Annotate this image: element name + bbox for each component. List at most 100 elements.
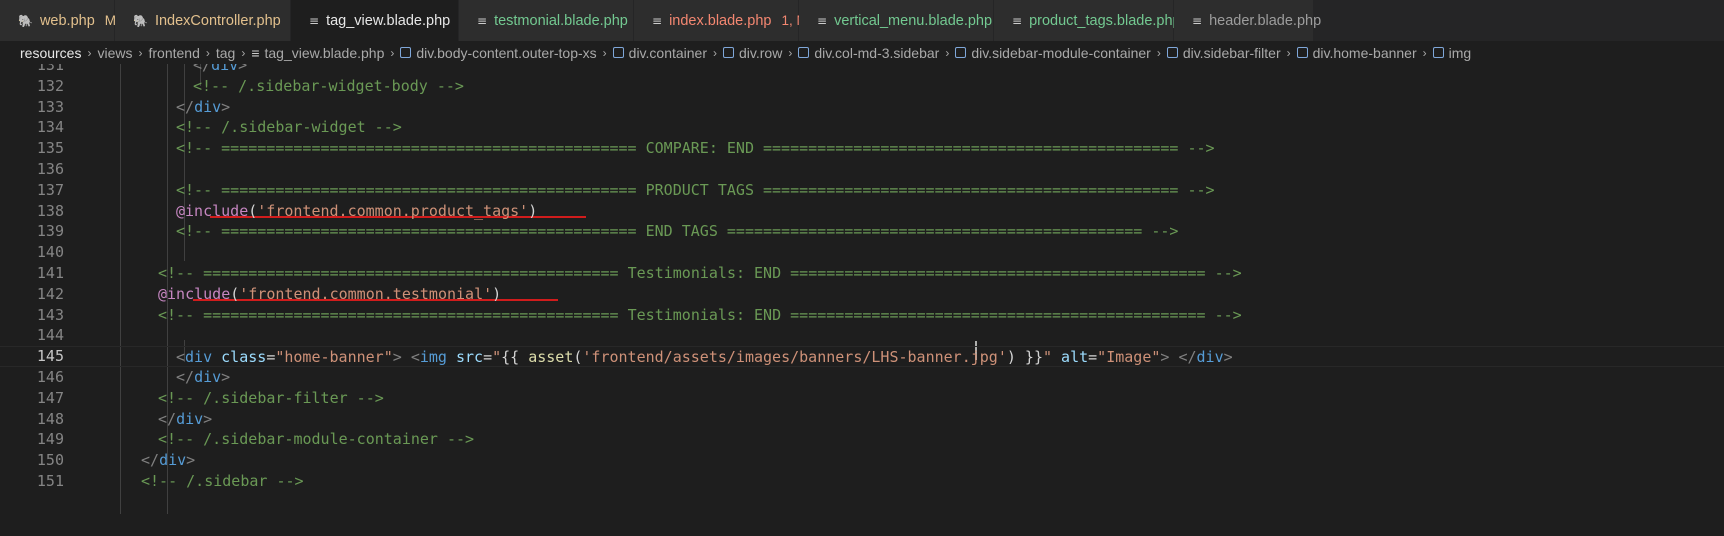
chevron-right-icon: › [138, 45, 143, 60]
code-line[interactable]: </div> [90, 409, 1724, 430]
editor-tab[interactable]: ≡ header.blade.php [1174, 0, 1321, 41]
code-token: <!-- /.sidebar --> [141, 472, 304, 490]
breadcrumb-label: tag_view.blade.php [264, 44, 385, 61]
breadcrumb-item[interactable]: div.body-content.outer-top-xs [400, 44, 597, 61]
code-line[interactable]: <!-- ===================================… [90, 138, 1724, 159]
breadcrumb-item[interactable]: ≡ tag_view.blade.php [251, 45, 384, 61]
editor-tab[interactable]: ≡tag_view.blade.phpU✕ [291, 0, 495, 41]
line-number: 135 [36, 139, 64, 157]
code-token: " [1042, 348, 1053, 366]
code-token: div [1196, 348, 1224, 366]
chevron-right-icon: › [788, 45, 793, 60]
code-token: ) [492, 285, 502, 303]
code-token: "Image" [1097, 348, 1161, 366]
line-number: 132 [36, 77, 64, 95]
code-token: div [176, 410, 204, 428]
editor-tab[interactable]: ≡vertical_menu.blade.phpU [799, 0, 1012, 41]
editor-tab[interactable]: 🐘IndexController.phpM [115, 0, 302, 41]
code-token: div [194, 368, 222, 386]
element-icon [1166, 47, 1178, 58]
line-number: 136 [36, 160, 64, 178]
code-line[interactable]: </div> [90, 450, 1724, 471]
breadcrumb-item[interactable]: views [97, 45, 132, 61]
line-number-gutter: 131 132 133 134 135 136 137 138 139 140 141 142 143 1… [0, 64, 72, 536]
tab-label: vertical_menu.blade.php [834, 12, 993, 29]
code-line[interactable]: </div> [90, 64, 1724, 76]
chevron-right-icon: › [945, 45, 950, 60]
line-number: 150 [36, 451, 64, 469]
code-token: = [266, 348, 276, 366]
code-line[interactable]: <!-- /.sidebar-filter --> [90, 388, 1724, 409]
code-token: alt [1061, 348, 1089, 366]
blade-icon: ≡ [652, 13, 663, 28]
code-token: 'frontend.common.product_tags' [257, 202, 529, 220]
code-token: ( [248, 202, 258, 220]
breadcrumb-label: div.body-content.outer-top-xs [416, 44, 597, 61]
editor-tab[interactable]: 🐘 web.php M [0, 0, 116, 41]
code-token: <!-- /.sidebar-filter --> [158, 389, 384, 407]
breadcrumb-item[interactable]: div.container [612, 44, 707, 61]
breadcrumb: resources › views › frontend › tag › ≡ tag_view.b… [0, 41, 1724, 64]
chevron-right-icon: › [1286, 45, 1291, 60]
breadcrumb-label: div.container [628, 44, 707, 61]
line-number: 134 [36, 118, 64, 136]
breadcrumb-item[interactable]: div.sidebar-filter [1166, 44, 1281, 61]
code-area[interactable]: </div> <!-- /.sidebar-widget-body --> </di… [0, 64, 1724, 536]
blade-icon: ≡ [817, 13, 828, 28]
chevron-right-icon: › [1156, 45, 1161, 60]
code-line[interactable]: <!-- /.sidebar-widget-body --> [90, 76, 1724, 97]
code-line[interactable]: <div class="home-banner"> <img src="{{ a… [0, 346, 1724, 367]
breadcrumb-item[interactable]: div.row [723, 45, 782, 61]
blade-icon: ≡ [477, 13, 488, 28]
code-line[interactable]: <!-- ===================================… [90, 221, 1724, 242]
code-line[interactable]: <!-- ===================================… [90, 263, 1724, 284]
editor-tab[interactable]: ≡testmonial.blade.phpU [459, 0, 648, 41]
code-token: div [185, 348, 213, 366]
code-token: img [419, 348, 447, 366]
breadcrumb-label: div.home-banner [1312, 44, 1417, 61]
code-line[interactable]: @include('frontend.common.product_tags') [90, 201, 1724, 222]
breadcrumb-label: img [1448, 44, 1472, 61]
line-number: 151 [36, 472, 64, 490]
breadcrumb-item[interactable]: div.sidebar-module-container [955, 45, 1151, 61]
code-token: > [221, 368, 231, 386]
code-line[interactable]: <!-- /.sidebar --> [90, 471, 1724, 492]
chevron-right-icon: › [205, 45, 210, 60]
code-token: > [203, 410, 213, 428]
code-token: < [410, 348, 420, 366]
blade-icon: ≡ [1192, 13, 1203, 28]
tab-label: index.blade.php [669, 12, 772, 29]
editor-tab-bar: 🐘web.phpM🐘IndexController.phpM≡tag_view.… [0, 0, 1724, 41]
code-line[interactable]: </div> [90, 367, 1724, 388]
code-token: > [221, 98, 231, 116]
breadcrumb-label: div.sidebar-filter [1182, 44, 1281, 61]
code-line[interactable] [90, 325, 1724, 346]
code-line[interactable]: <!-- /.sidebar-module-container --> [90, 429, 1724, 450]
breadcrumb-item[interactable]: tag [216, 45, 235, 61]
code-line[interactable]: </div> [90, 97, 1724, 118]
breadcrumb-label: tag [215, 44, 236, 61]
code-line[interactable]: <!-- ===================================… [90, 180, 1724, 201]
code-token: <!-- /.sidebar-widget-body --> [193, 77, 464, 95]
line-number: 147 [36, 389, 64, 407]
code-token: "home-banner" [275, 348, 393, 366]
breadcrumb-item[interactable]: resources [20, 45, 81, 61]
code-line[interactable]: <!-- ===================================… [90, 305, 1724, 326]
breadcrumb-item[interactable]: img [1432, 44, 1472, 61]
breadcrumb-item[interactable]: div.home-banner [1296, 44, 1417, 61]
editor-tab[interactable]: ≡product_tags.blade.phpU [994, 0, 1200, 41]
code-line[interactable] [90, 159, 1724, 180]
code-token: </ [176, 98, 195, 116]
breadcrumb-item[interactable]: div.col-md-3.sidebar [798, 45, 939, 61]
code-editor[interactable]: 131 132 133 134 135 136 137 138 139 140 141 142 143 1… [0, 64, 1724, 536]
code-line[interactable]: @include('frontend.common.testmonial') [90, 284, 1724, 305]
code-token: asset [528, 348, 574, 366]
element-icon [723, 47, 734, 58]
code-token: <!-- ===================================… [176, 139, 1215, 157]
code-line[interactable]: <!-- /.sidebar-widget --> [90, 117, 1724, 138]
breadcrumb-item[interactable]: frontend [148, 45, 199, 61]
line-number: 146 [36, 368, 64, 386]
chevron-right-icon: › [713, 45, 717, 60]
code-line[interactable] [90, 242, 1724, 263]
editor-tab[interactable]: ≡ index.blade.php 1, M [634, 0, 808, 41]
